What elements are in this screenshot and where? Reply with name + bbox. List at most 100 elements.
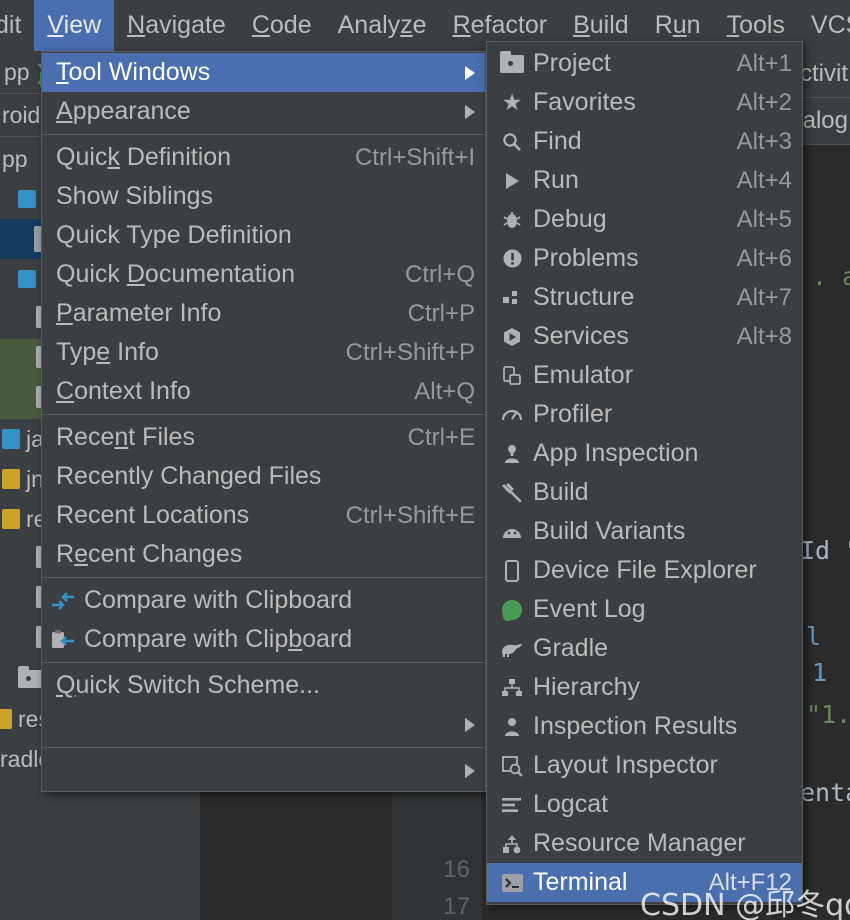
res-folder-icon	[2, 509, 20, 529]
submenu-item-profiler[interactable]: Profiler	[487, 395, 802, 434]
menu-item-type-info[interactable]: Type Info Ctrl+Shift+P	[42, 333, 485, 372]
services-icon	[495, 323, 529, 351]
submenu-arrow-icon	[465, 763, 475, 778]
submenu-item-label: Logcat	[533, 790, 609, 818]
menu-item-compare-with-clipboard[interactable]: Compare with Clipboard	[42, 620, 485, 659]
profiler-icon	[495, 401, 529, 429]
submenu-item-layout-inspector[interactable]: Layout Inspector	[487, 746, 802, 785]
compare-clipboard-icon	[46, 626, 80, 654]
menubar-item-view[interactable]: View	[34, 0, 115, 51]
menu-item-parameter-info[interactable]: Parameter Info Ctrl+P	[42, 294, 485, 333]
layout-inspector-icon	[495, 752, 529, 780]
submenu-item-problems[interactable]: Problems Alt+6	[487, 239, 802, 278]
editor-tab-label: ctivit	[800, 60, 848, 87]
submenu-item-logcat[interactable]: Logcat	[487, 785, 802, 824]
menu-item-compare-with[interactable]: Compare with Clipboard	[42, 581, 485, 620]
submenu-item-app-inspection[interactable]: App Inspection	[487, 434, 802, 473]
menubar-item-analyze[interactable]: Analyze	[325, 0, 440, 51]
submenu-item-shortcut: Alt+8	[736, 322, 792, 350]
inspection-icon	[495, 713, 529, 741]
menu-item-active-editor[interactable]	[42, 705, 485, 744]
module-folder-icon	[18, 270, 36, 288]
submenu-item-event-log[interactable]: Event Log	[487, 590, 802, 629]
submenu-item-emulator[interactable]: Emulator	[487, 356, 802, 395]
submenu-item-label: App Inspection	[533, 439, 699, 467]
editor-tab-label: alog	[802, 107, 848, 134]
android-view-label: roid	[2, 101, 41, 128]
android-icon	[495, 518, 529, 546]
menubar-label: VCS	[810, 11, 850, 39]
menu-item-label: Parameter Info	[56, 299, 222, 327]
submenu-item-shortcut: Alt+7	[736, 283, 792, 311]
screenshot-root: pp ❯ roid pp ma MF	[0, 0, 850, 920]
menubar-item-navigate[interactable]: Navigate	[114, 0, 239, 51]
menu-item-shortcut: Alt+Q	[414, 377, 475, 405]
resource-manager-icon	[495, 830, 529, 858]
view-menu-popup: Tool Windows Appearance Quick Definition…	[41, 51, 486, 792]
submenu-item-run[interactable]: Run Alt+4	[487, 161, 802, 200]
submenu-item-hierarchy[interactable]: Hierarchy	[487, 668, 802, 707]
submenu-item-structure[interactable]: Structure Alt+7	[487, 278, 802, 317]
submenu-item-build[interactable]: Build	[487, 473, 802, 512]
tool-windows-submenu: Project Alt+1 ★ Favorites Alt+2 Find Alt…	[486, 41, 803, 905]
logcat-icon	[495, 791, 529, 819]
menu-item-quick-definition[interactable]: Quick Definition Ctrl+Shift+I	[42, 138, 485, 177]
submenu-item-inspection-results[interactable]: Inspection Results	[487, 707, 802, 746]
menu-item-bidi-text-base-direction[interactable]	[42, 751, 485, 790]
menubar-label: Tools	[726, 11, 785, 39]
menu-item-context-info[interactable]: Context Info Alt+Q	[42, 372, 485, 411]
submenu-item-resource-manager[interactable]: Resource Manager	[487, 824, 802, 863]
submenu-item-label: Structure	[533, 283, 635, 311]
code-fragment: . app	[812, 262, 850, 291]
submenu-item-shortcut: Alt+5	[736, 205, 792, 233]
submenu-item-build-variants[interactable]: Build Variants	[487, 512, 802, 551]
menu-item-label: Quick Switch Scheme...	[56, 671, 320, 699]
menu-item-shortcut: Ctrl+Shift+P	[345, 338, 475, 366]
menu-item-label: Recent Files	[56, 423, 195, 451]
submenu-item-label: Terminal	[533, 868, 628, 896]
submenu-item-gradle[interactable]: Gradle	[487, 629, 802, 668]
submenu-item-label: Gradle	[533, 634, 609, 662]
menu-item-appearance[interactable]: Appearance	[42, 92, 485, 131]
app-inspection-icon	[495, 440, 529, 468]
menu-item-tool-windows[interactable]: Tool Windows	[42, 53, 485, 92]
menu-item-label: Recently Changed Files	[56, 462, 322, 490]
menu-item-recent-files[interactable]: Recent Files Ctrl+E	[42, 418, 485, 457]
event-log-icon	[495, 596, 529, 624]
menu-separator	[42, 134, 485, 135]
submenu-item-shortcut: Alt+F12	[708, 868, 792, 896]
submenu-item-label: Event Log	[533, 595, 646, 623]
submenu-item-favorites[interactable]: ★ Favorites Alt+2	[487, 83, 802, 122]
res-folder-icon	[0, 709, 12, 729]
submenu-item-project[interactable]: Project Alt+1	[487, 44, 802, 83]
submenu-item-label: Layout Inspector	[533, 751, 718, 779]
menu-item-label: Context Info	[56, 377, 191, 405]
submenu-arrow-icon	[465, 104, 475, 119]
menubar-item-edit[interactable]: dit	[0, 0, 34, 51]
submenu-item-label: Problems	[533, 244, 639, 272]
menu-item-show-siblings[interactable]: Show Siblings	[42, 177, 485, 216]
menu-item-recent-changes[interactable]: Recent Changes	[42, 535, 485, 574]
submenu-item-terminal[interactable]: Terminal Alt+F12	[487, 863, 802, 902]
hammer-icon	[495, 479, 529, 507]
menu-separator	[42, 662, 485, 663]
menu-item-quick-type-definition[interactable]: Quick Type Definition	[42, 216, 485, 255]
menu-item-recent-locations[interactable]: Recent Locations Ctrl+Shift+E	[42, 496, 485, 535]
menubar-label: Run	[654, 11, 701, 39]
menu-item-recently-changed-files[interactable]: Recently Changed Files	[42, 457, 485, 496]
submenu-item-label: Project	[533, 49, 611, 77]
menu-item-label: Show Siblings	[56, 182, 214, 210]
menu-item-label: Recent Changes	[56, 540, 243, 568]
submenu-item-debug[interactable]: Debug Alt+5	[487, 200, 802, 239]
menu-item-quick-switch-scheme[interactable]: Quick Switch Scheme...	[42, 666, 485, 705]
menubar-item-code[interactable]: Code	[239, 0, 325, 51]
menu-item-quick-documentation[interactable]: Quick Documentation Ctrl+Q	[42, 255, 485, 294]
menubar-item-vcs[interactable]: VCS	[798, 0, 850, 51]
menu-item-shortcut: Ctrl+P	[407, 299, 475, 327]
submenu-item-find[interactable]: Find Alt+3	[487, 122, 802, 161]
submenu-item-services[interactable]: Services Alt+8	[487, 317, 802, 356]
submenu-item-device-file-explorer[interactable]: Device File Explorer	[487, 551, 802, 590]
submenu-arrow-icon	[465, 717, 475, 732]
menu-item-shortcut: Ctrl+Shift+E	[345, 501, 475, 529]
menu-separator	[42, 577, 485, 578]
